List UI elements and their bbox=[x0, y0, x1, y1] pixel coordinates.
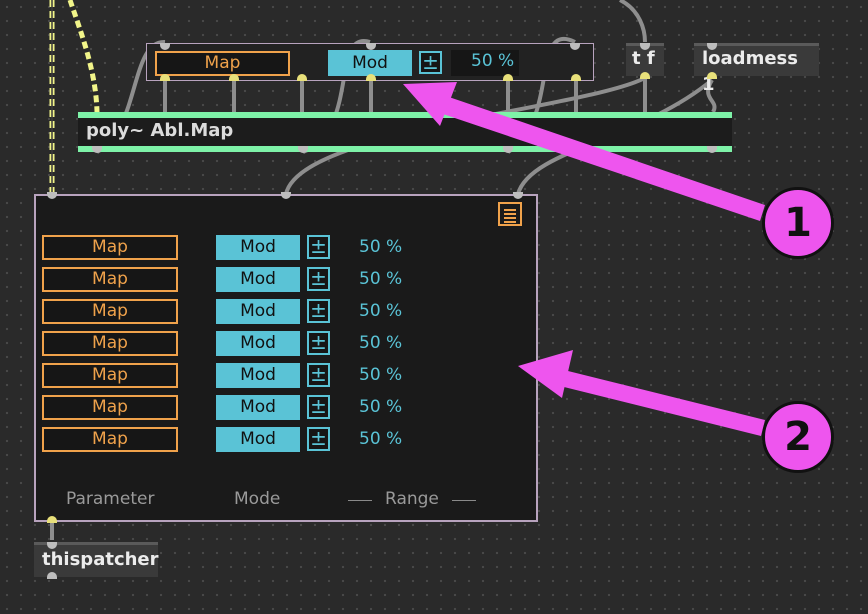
callout-arrows bbox=[403, 82, 765, 436]
callout-badge-2: 2 bbox=[762, 401, 834, 473]
callout-badge-1: 1 bbox=[762, 187, 834, 259]
